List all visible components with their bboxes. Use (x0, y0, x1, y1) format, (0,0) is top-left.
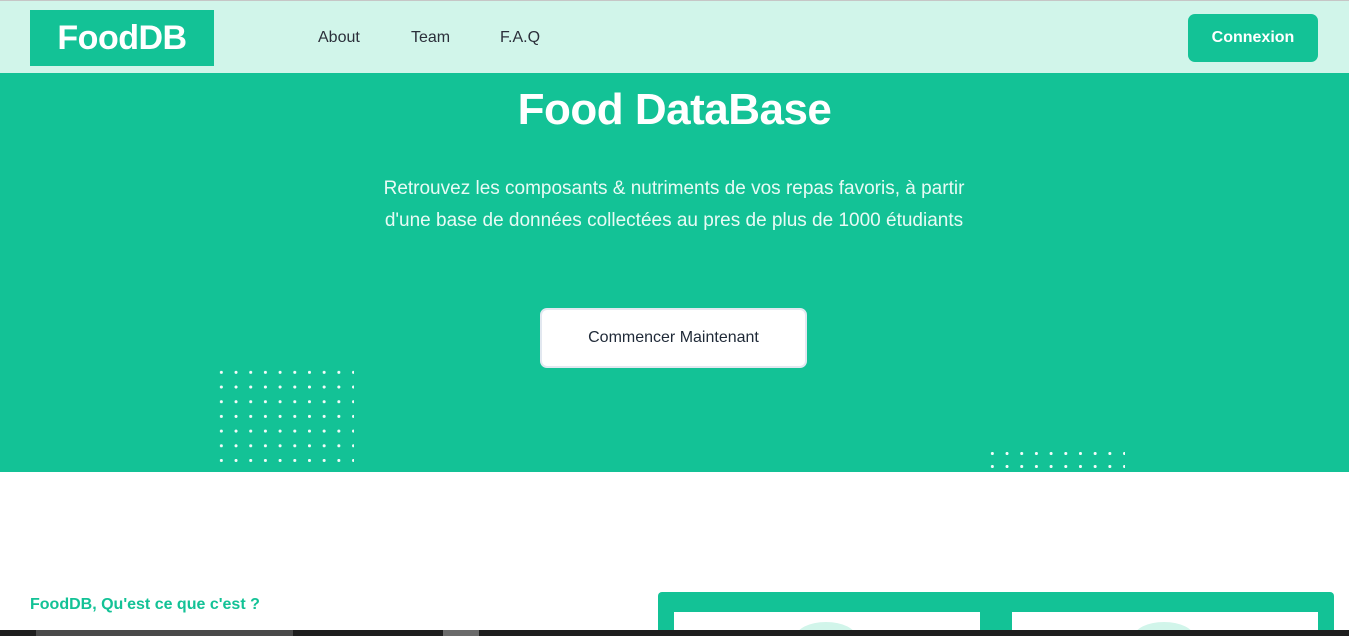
about-heading: FoodDB, Qu'est ce que c'est ? (30, 596, 260, 613)
dot-pattern-decoration (214, 365, 354, 472)
login-button[interactable]: Connexion (1188, 14, 1318, 62)
nav-link-faq[interactable]: F.A.Q (500, 29, 540, 47)
nav-link-team[interactable]: Team (411, 29, 450, 47)
hero-description: Retrouvez les composants & nutriments de… (383, 178, 965, 231)
hero-title: Food DataBase (517, 85, 832, 134)
scrollbar-segment (36, 630, 293, 636)
hero-section: Food DataBase Retrouvez les composants &… (0, 73, 1349, 472)
scrollbar-thumb[interactable] (443, 630, 479, 636)
nav-link-about[interactable]: About (318, 29, 360, 47)
get-started-button[interactable]: Commencer Maintenant (540, 308, 807, 368)
dot-pattern-decoration (985, 447, 1125, 469)
navbar: FoodDB About Team F.A.Q Connexion (0, 0, 1349, 73)
logo[interactable]: FoodDB (30, 10, 214, 66)
bottom-scrollbar (0, 630, 1349, 636)
